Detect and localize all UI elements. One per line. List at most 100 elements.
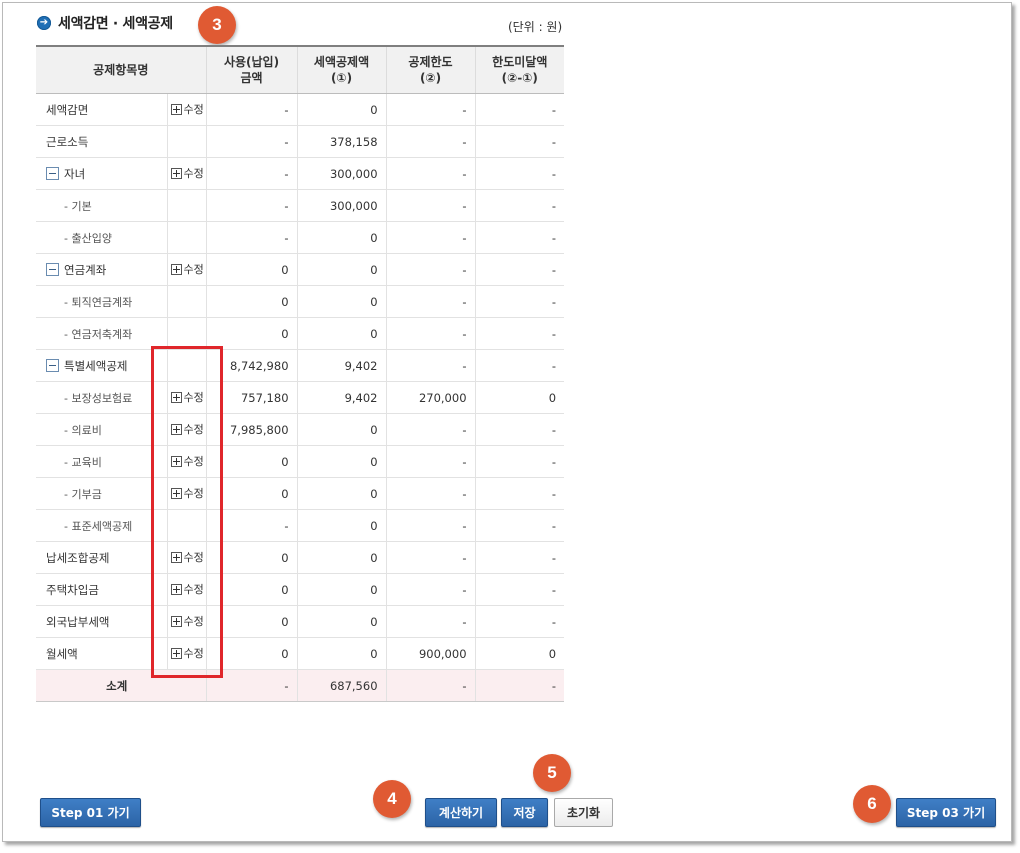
cell-short: - [474, 445, 565, 478]
row-label-cell: - 기부금 [36, 477, 167, 510]
cell-short: - [474, 509, 565, 542]
cell-usage: 8,742,980 [205, 349, 298, 382]
row-label-cell: - 보장성보험료 [36, 381, 167, 414]
row-action-cell [166, 189, 207, 222]
row-label: - 퇴직연금계좌 [64, 295, 133, 309]
edit-button[interactable]: 수정 [170, 261, 204, 277]
table-row: - 기부금 수정 0 0- - [36, 477, 565, 510]
table-row: - 연금저축계좌 0 0- - [36, 317, 565, 350]
table-row: 세액감면 수정 -0- - [36, 93, 565, 126]
table-row: - 교육비 수정 0 0- - [36, 445, 565, 478]
arrow-right-circle-icon: ➔ [37, 16, 51, 30]
edit-button[interactable]: 수정 [170, 101, 204, 117]
row-label-cell: - 기본 [36, 189, 167, 222]
cell-usage: - [205, 189, 298, 222]
table-row: 연금계좌 수정 0 0- - [36, 253, 565, 286]
edit-button[interactable]: 수정 [170, 549, 204, 565]
step-badge-4: 4 [373, 780, 411, 818]
cell-credit: 300,000 [296, 189, 387, 222]
row-label: 주택차입금 [46, 582, 99, 597]
cell-credit: 0 [296, 285, 387, 318]
table-row: - 표준세액공제 -0- - [36, 509, 565, 542]
edit-label: 수정 [183, 103, 204, 117]
row-action-cell [166, 317, 207, 350]
edit-button[interactable]: 수정 [170, 389, 204, 405]
row-action-cell: 수정 [166, 381, 207, 414]
row-label-cell: - 표준세액공제 [36, 509, 167, 542]
table-row: - 의료비 수정 7,985,800 0- - [36, 413, 565, 446]
edit-button[interactable]: 수정 [170, 421, 204, 437]
edit-label: 수정 [183, 423, 204, 437]
row-label: 근로소득 [46, 134, 89, 149]
edit-button[interactable]: 수정 [170, 485, 204, 501]
edit-label: 수정 [183, 263, 204, 277]
total-usage: - [205, 669, 298, 702]
cell-credit: 9,402 [296, 349, 387, 382]
edit-button[interactable]: 수정 [170, 613, 204, 629]
edit-button[interactable]: 수정 [170, 453, 204, 469]
row-label-cell: 외국납부세액 [36, 605, 167, 638]
cell-credit: 0 [296, 93, 387, 126]
collapse-minus-icon[interactable] [46, 358, 59, 372]
cell-usage: 0 [205, 477, 298, 510]
cell-limit: 900,000 [385, 637, 476, 670]
edit-button[interactable]: 수정 [170, 165, 204, 181]
row-label-cell: 월세액 [36, 637, 167, 670]
save-button[interactable]: 저장 [501, 798, 548, 827]
col-header-credit: 세액공제액 (①) [296, 45, 387, 94]
total-credit: 687,560 [296, 669, 387, 702]
plus-box-icon [170, 391, 182, 403]
row-label: 납세조합공제 [46, 550, 110, 565]
plus-box-icon [170, 455, 182, 467]
table-row: 월세액 수정 0 0 900,000 0 [36, 637, 565, 670]
edit-label: 수정 [183, 647, 204, 661]
table-row: 주택차입금 수정 0 0- - [36, 573, 565, 606]
reset-button[interactable]: 초기화 [554, 798, 613, 827]
row-label-cell: 자녀 [36, 157, 167, 190]
row-label-cell: 주택차입금 [36, 573, 167, 606]
cell-short: - [474, 125, 565, 158]
cell-limit: - [385, 477, 476, 510]
collapse-minus-icon[interactable] [46, 166, 59, 180]
edit-button[interactable]: 수정 [170, 581, 204, 597]
cell-credit: 378,158 [296, 125, 387, 158]
edit-label: 수정 [183, 615, 204, 629]
cell-usage: 0 [205, 605, 298, 638]
row-label: - 연금저축계좌 [64, 327, 133, 341]
step-badge-3: 3 [198, 6, 236, 44]
step03-button[interactable]: Step 03 가기 [896, 798, 996, 827]
plus-box-icon [170, 423, 182, 435]
table-row: 근로소득 -378,158- - [36, 125, 565, 158]
row-label: - 출산입양 [64, 231, 112, 245]
cell-usage: - [205, 221, 298, 254]
cell-credit: 0 [296, 221, 387, 254]
table-header-row: 공제항목명 사용(납입) 금액 세액공제액 (①) 공제한도 (②) 한도미달액 (②-… [36, 45, 565, 94]
cell-limit: - [385, 413, 476, 446]
collapse-minus-icon[interactable] [46, 262, 59, 276]
row-label-cell: - 퇴직연금계좌 [36, 285, 167, 318]
cell-credit: 0 [296, 637, 387, 670]
edit-button[interactable]: 수정 [170, 645, 204, 661]
cell-short: 0 [474, 637, 565, 670]
cell-credit: 0 [296, 477, 387, 510]
row-action-cell [166, 349, 207, 382]
cell-credit: 9,402 [296, 381, 387, 414]
cell-credit: 300,000 [296, 157, 387, 190]
edit-label: 수정 [183, 391, 204, 405]
row-label: 연금계좌 [64, 262, 107, 277]
cell-limit: - [385, 349, 476, 382]
unit-label: (단위 : 원) [508, 20, 563, 34]
cell-usage: - [205, 157, 298, 190]
col-header-item: 공제항목명 [36, 45, 207, 94]
cell-limit: - [385, 605, 476, 638]
row-label: - 교육비 [64, 455, 102, 469]
cell-limit: - [385, 253, 476, 286]
calculate-button[interactable]: 계산하기 [425, 798, 497, 827]
plus-box-icon [170, 103, 182, 115]
row-label: - 표준세액공제 [64, 519, 133, 533]
plus-box-icon [170, 583, 182, 595]
step01-button[interactable]: Step 01 가기 [40, 798, 141, 827]
cell-usage: 0 [205, 573, 298, 606]
row-action-cell [166, 125, 207, 158]
cell-credit: 0 [296, 605, 387, 638]
